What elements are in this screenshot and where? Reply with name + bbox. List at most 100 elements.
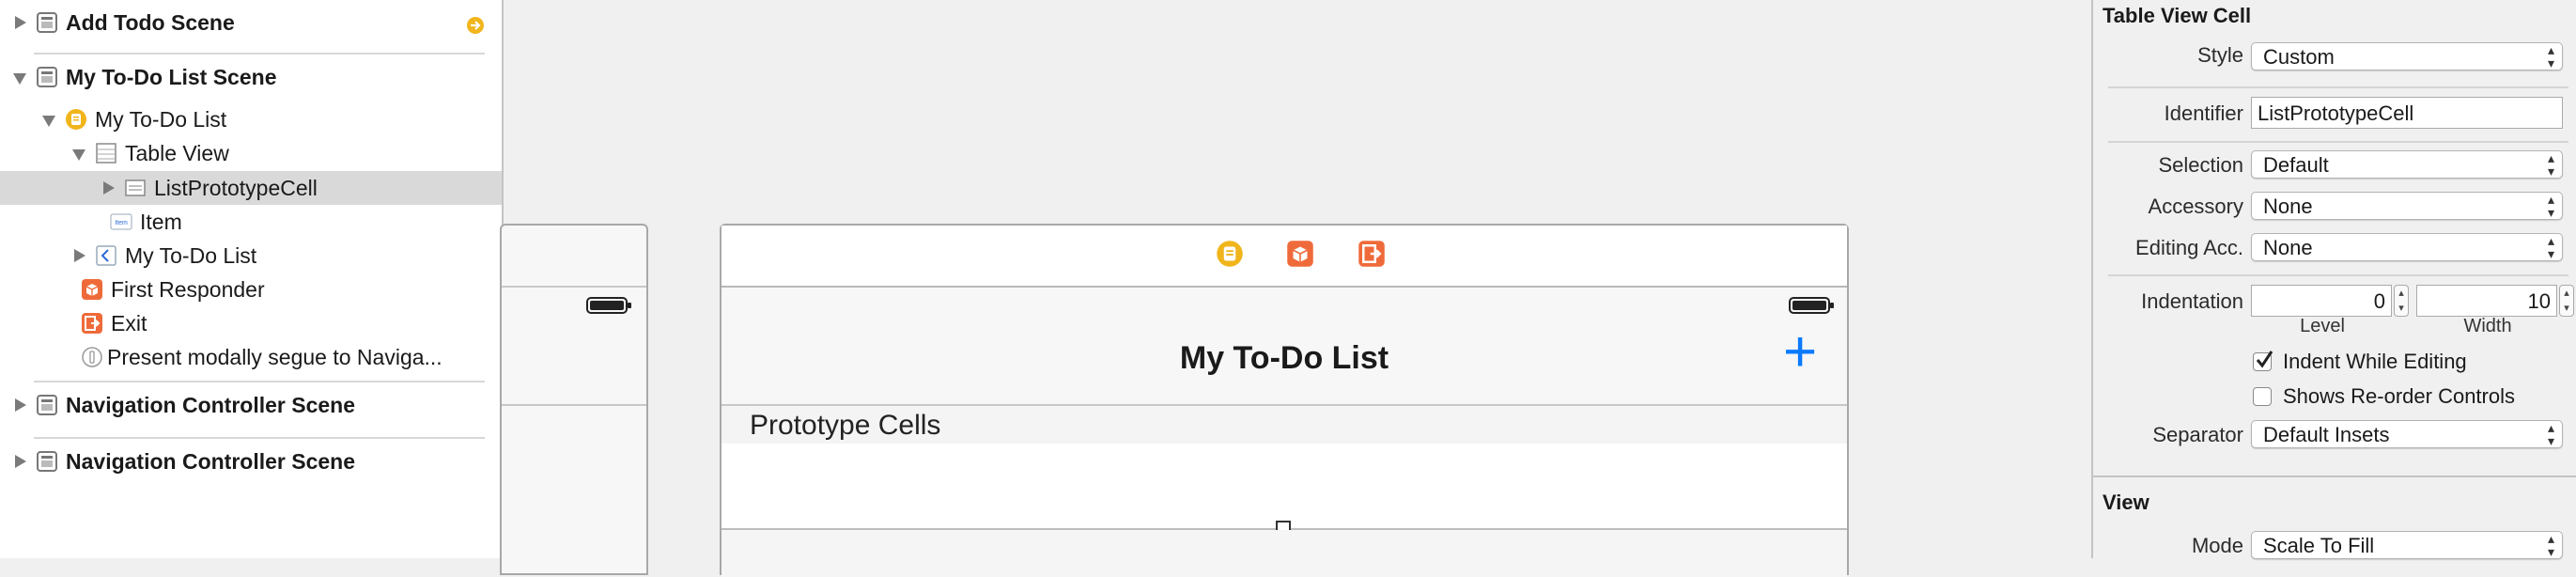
section-title-table-view-cell: Table View Cell bbox=[2103, 4, 2252, 27]
divider bbox=[2108, 141, 2568, 143]
my-todo-list-scene-frame[interactable]: My To-Do List + Prototype Cells bbox=[720, 224, 1849, 577]
outline-label: Table View bbox=[125, 140, 229, 165]
style-popup[interactable]: Custom ▴ ▾ bbox=[2251, 42, 2563, 70]
accessory-label: Accessory bbox=[2148, 195, 2243, 218]
selection-label: Selection bbox=[2158, 153, 2243, 177]
outline-row-nav-controller-scene-2[interactable]: Navigation Controller Scene bbox=[0, 444, 502, 478]
popup-arrows-icon: ▴ ▾ bbox=[2547, 42, 2554, 70]
nav-title: My To-Do List bbox=[1179, 340, 1389, 376]
divider bbox=[2108, 274, 2568, 276]
disclosure-open-icon[interactable] bbox=[13, 70, 26, 85]
outline-label: Exit bbox=[111, 310, 147, 335]
battery-icon bbox=[586, 297, 631, 314]
indentation-label: Indentation bbox=[2141, 289, 2243, 313]
prototype-cell[interactable] bbox=[722, 444, 1847, 536]
disclosure-closed-icon[interactable] bbox=[101, 181, 115, 195]
separator-label: Separator bbox=[2152, 423, 2243, 446]
add-button[interactable]: + bbox=[1783, 323, 1817, 382]
style-label: Style bbox=[2197, 43, 2243, 67]
indentation-width-field[interactable]: 10 bbox=[2416, 285, 2557, 317]
disclosure-closed-icon[interactable] bbox=[13, 455, 26, 468]
accessory-popup[interactable]: None ▴ ▾ bbox=[2251, 192, 2563, 220]
section-header-label: Prototype Cells bbox=[750, 410, 941, 441]
indentation-width-stepper[interactable]: ▴ ▾ bbox=[2559, 285, 2574, 317]
outline-label: Navigation Controller Scene bbox=[66, 392, 356, 417]
disclosure-placeholder bbox=[87, 215, 101, 228]
outline-row-item[interactable]: Item Item bbox=[0, 205, 502, 239]
attributes-inspector: Table View Cell Style Custom ▴ ▾ Identifie… bbox=[2091, 0, 2576, 559]
table-view-icon bbox=[96, 143, 116, 164]
popup-arrows-icon: ▴ ▾ bbox=[2547, 192, 2554, 220]
outline-row-list-prototype-cell[interactable]: ListPrototypeCell bbox=[0, 171, 502, 205]
first-responder-icon[interactable] bbox=[1286, 240, 1314, 268]
shows-reorder-controls-checkbox[interactable] bbox=[2253, 387, 2272, 406]
outline-label: Item bbox=[140, 209, 182, 234]
disclosure-open-icon[interactable] bbox=[42, 113, 55, 127]
outline-row-first-responder[interactable]: First Responder bbox=[0, 273, 502, 306]
outline-divider bbox=[34, 381, 485, 382]
outline-row-add-todo-scene[interactable]: Add Todo Scene bbox=[0, 6, 502, 39]
view-controller-icon[interactable] bbox=[1216, 240, 1244, 268]
table-cell-icon bbox=[125, 179, 146, 196]
scene-icon bbox=[37, 67, 57, 87]
indent-while-editing-checkbox[interactable] bbox=[2253, 351, 2273, 371]
section-header: Prototype Cells bbox=[722, 406, 1847, 444]
section-divider bbox=[2093, 476, 2576, 477]
selection-popup[interactable]: Default ▴ ▾ bbox=[2251, 150, 2563, 179]
navigation-item-icon bbox=[96, 245, 116, 266]
separator-popup[interactable]: Default Insets ▴ ▾ bbox=[2251, 420, 2563, 448]
view-controller-icon bbox=[66, 109, 86, 130]
disclosure-closed-icon[interactable] bbox=[13, 398, 26, 412]
popup-arrows-icon: ▴ ▾ bbox=[2547, 531, 2554, 559]
popup-arrows-icon: ▴ ▾ bbox=[2547, 150, 2554, 179]
level-caption: Level bbox=[2300, 316, 2345, 336]
mode-popup[interactable]: Scale To Fill ▴ ▾ bbox=[2251, 531, 2563, 559]
mode-value: Scale To Fill bbox=[2263, 534, 2375, 557]
outline-label: First Responder bbox=[111, 276, 265, 302]
bar-item-icon-text: Item bbox=[115, 220, 128, 226]
document-outline: Add Todo Scene My To-Do List Scene My To… bbox=[0, 0, 504, 558]
outline-row-segue[interactable]: Present modally segue to Naviga... bbox=[0, 340, 502, 374]
shows-reorder-controls-label[interactable]: Shows Re-order Controls bbox=[2283, 384, 2515, 409]
outline-label: ListPrototypeCell bbox=[154, 175, 318, 200]
mode-label: Mode bbox=[2191, 534, 2243, 557]
selection-value: Default bbox=[2263, 153, 2329, 177]
scene-icon bbox=[37, 451, 57, 472]
outline-row-table-view[interactable]: Table View bbox=[0, 136, 502, 170]
section-title-view: View bbox=[2103, 491, 2149, 514]
outline-label: My To-Do List bbox=[95, 106, 227, 132]
indentation-level-stepper[interactable]: ▴ ▾ bbox=[2394, 285, 2409, 317]
outline-row-view-controller[interactable]: My To-Do List bbox=[0, 102, 502, 136]
warning-arrow-icon[interactable] bbox=[466, 16, 485, 35]
editing-accessory-label: Editing Acc. bbox=[2135, 236, 2243, 259]
outline-row-nav-controller-scene-1[interactable]: Navigation Controller Scene bbox=[0, 388, 502, 422]
disclosure-open-icon[interactable] bbox=[72, 147, 85, 161]
indentation-level-field[interactable]: 0 bbox=[2251, 285, 2392, 317]
disclosure-placeholder bbox=[58, 283, 71, 296]
scene-icon bbox=[37, 395, 57, 415]
navigation-bar[interactable]: My To-Do List + bbox=[722, 288, 1847, 406]
style-value: Custom bbox=[2263, 45, 2335, 69]
outline-divider bbox=[34, 53, 485, 55]
popup-arrows-icon: ▴ ▾ bbox=[2547, 233, 2554, 261]
accessory-value: None bbox=[2263, 195, 2313, 218]
adjacent-scene-frame[interactable] bbox=[500, 224, 648, 575]
outline-row-nav-item[interactable]: My To-Do List bbox=[0, 239, 502, 273]
indent-while-editing-label[interactable]: Indent While Editing bbox=[2283, 350, 2467, 374]
editing-accessory-value: None bbox=[2263, 236, 2313, 259]
storyboard-canvas[interactable]: My To-Do List + Prototype Cells bbox=[500, 0, 2091, 577]
outline-label: Navigation Controller Scene bbox=[66, 448, 356, 474]
disclosure-placeholder bbox=[58, 351, 71, 364]
width-caption: Width bbox=[2463, 316, 2512, 336]
disclosure-closed-icon[interactable] bbox=[13, 16, 26, 29]
outline-row-my-todo-list-scene[interactable]: My To-Do List Scene bbox=[0, 60, 502, 94]
exit-icon[interactable] bbox=[1358, 240, 1386, 268]
outline-label: Present modally segue to Naviga... bbox=[107, 344, 442, 369]
disclosure-closed-icon[interactable] bbox=[72, 249, 85, 262]
segue-icon bbox=[82, 347, 102, 367]
outline-divider bbox=[34, 437, 485, 439]
table-background bbox=[722, 530, 1847, 577]
identifier-field[interactable]: ListPrototypeCell bbox=[2251, 97, 2563, 129]
outline-row-exit[interactable]: Exit bbox=[0, 306, 502, 340]
editing-accessory-popup[interactable]: None ▴ ▾ bbox=[2251, 233, 2563, 261]
